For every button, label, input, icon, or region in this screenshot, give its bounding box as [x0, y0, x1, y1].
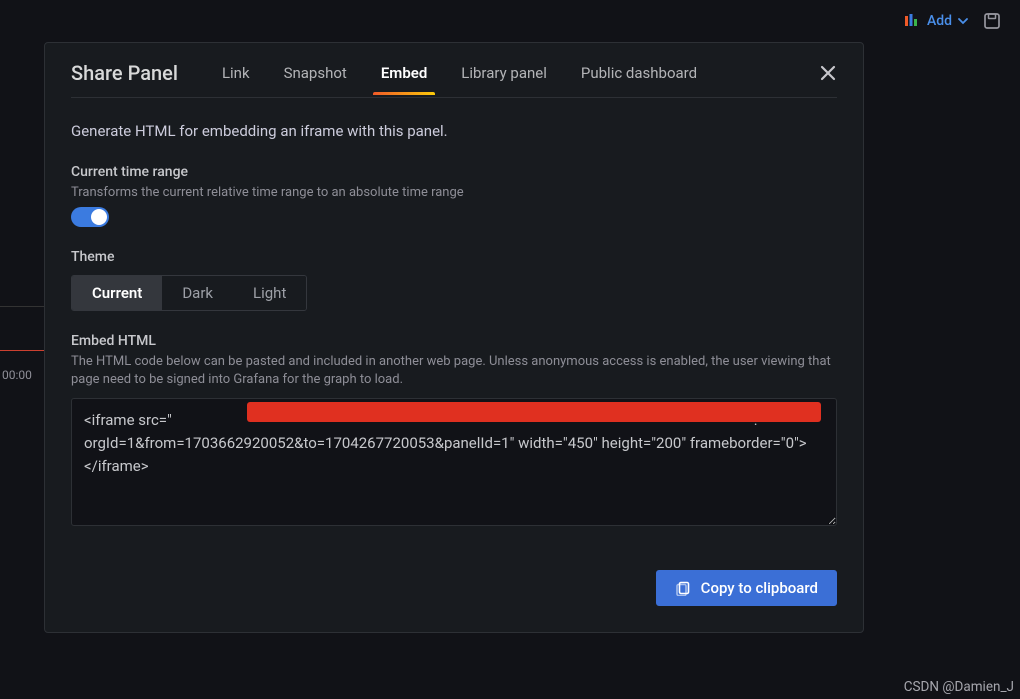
bg-time-label: 00:00: [2, 368, 32, 382]
time-range-label: Current time range: [71, 164, 837, 180]
redaction-overlay: [247, 402, 821, 422]
panel-add-icon: [905, 14, 921, 28]
share-panel-modal: Share Panel Link Snapshot Embed Library …: [44, 42, 864, 633]
theme-section: Theme Current Dark Light: [71, 249, 837, 311]
chevron-down-icon: [958, 16, 968, 26]
time-range-section: Current time range Transforms the curren…: [71, 164, 837, 227]
theme-label: Theme: [71, 249, 837, 265]
modal-header: Share Panel Link Snapshot Embed Library …: [71, 61, 837, 98]
theme-option-dark[interactable]: Dark: [162, 276, 233, 310]
embed-html-section: Embed HTML The HTML code below can be pa…: [71, 333, 837, 529]
modal-footer: Copy to clipboard: [71, 570, 837, 606]
tab-public-dashboard[interactable]: Public dashboard: [581, 64, 697, 94]
copy-label: Copy to clipboard: [701, 579, 818, 597]
bg-gridline: [0, 306, 45, 307]
watermark: CSDN @Damien_J: [904, 679, 1014, 695]
toggle-knob: [91, 209, 107, 225]
clipboard-icon: [675, 580, 691, 596]
embed-html-help: The HTML code below can be pasted and in…: [71, 353, 837, 389]
add-label: Add: [927, 13, 952, 29]
time-range-help: Transforms the current relative time ran…: [71, 184, 837, 202]
time-range-toggle[interactable]: [71, 207, 109, 227]
page-toolbar: Add: [0, 8, 1020, 34]
tab-library-panel[interactable]: Library panel: [461, 64, 547, 94]
modal-title: Share Panel: [71, 61, 178, 97]
copy-to-clipboard-button[interactable]: Copy to clipboard: [656, 570, 837, 606]
add-button[interactable]: Add: [905, 13, 968, 29]
close-button[interactable]: [819, 64, 837, 94]
embed-code-wrap: [71, 390, 837, 530]
modal-tabs: Link Snapshot Embed Library panel Public…: [222, 64, 819, 94]
tab-link[interactable]: Link: [222, 64, 250, 94]
embed-html-label: Embed HTML: [71, 333, 837, 349]
theme-option-light[interactable]: Light: [233, 276, 306, 310]
embed-intro: Generate HTML for embedding an iframe wi…: [71, 122, 837, 140]
tab-snapshot[interactable]: Snapshot: [284, 64, 347, 94]
theme-radio-group: Current Dark Light: [71, 275, 307, 311]
tab-embed[interactable]: Embed: [381, 64, 427, 94]
bg-chart-line: [0, 350, 45, 351]
close-icon: [819, 64, 837, 82]
theme-option-current[interactable]: Current: [72, 276, 162, 310]
save-dashboard-button[interactable]: [982, 11, 1002, 31]
